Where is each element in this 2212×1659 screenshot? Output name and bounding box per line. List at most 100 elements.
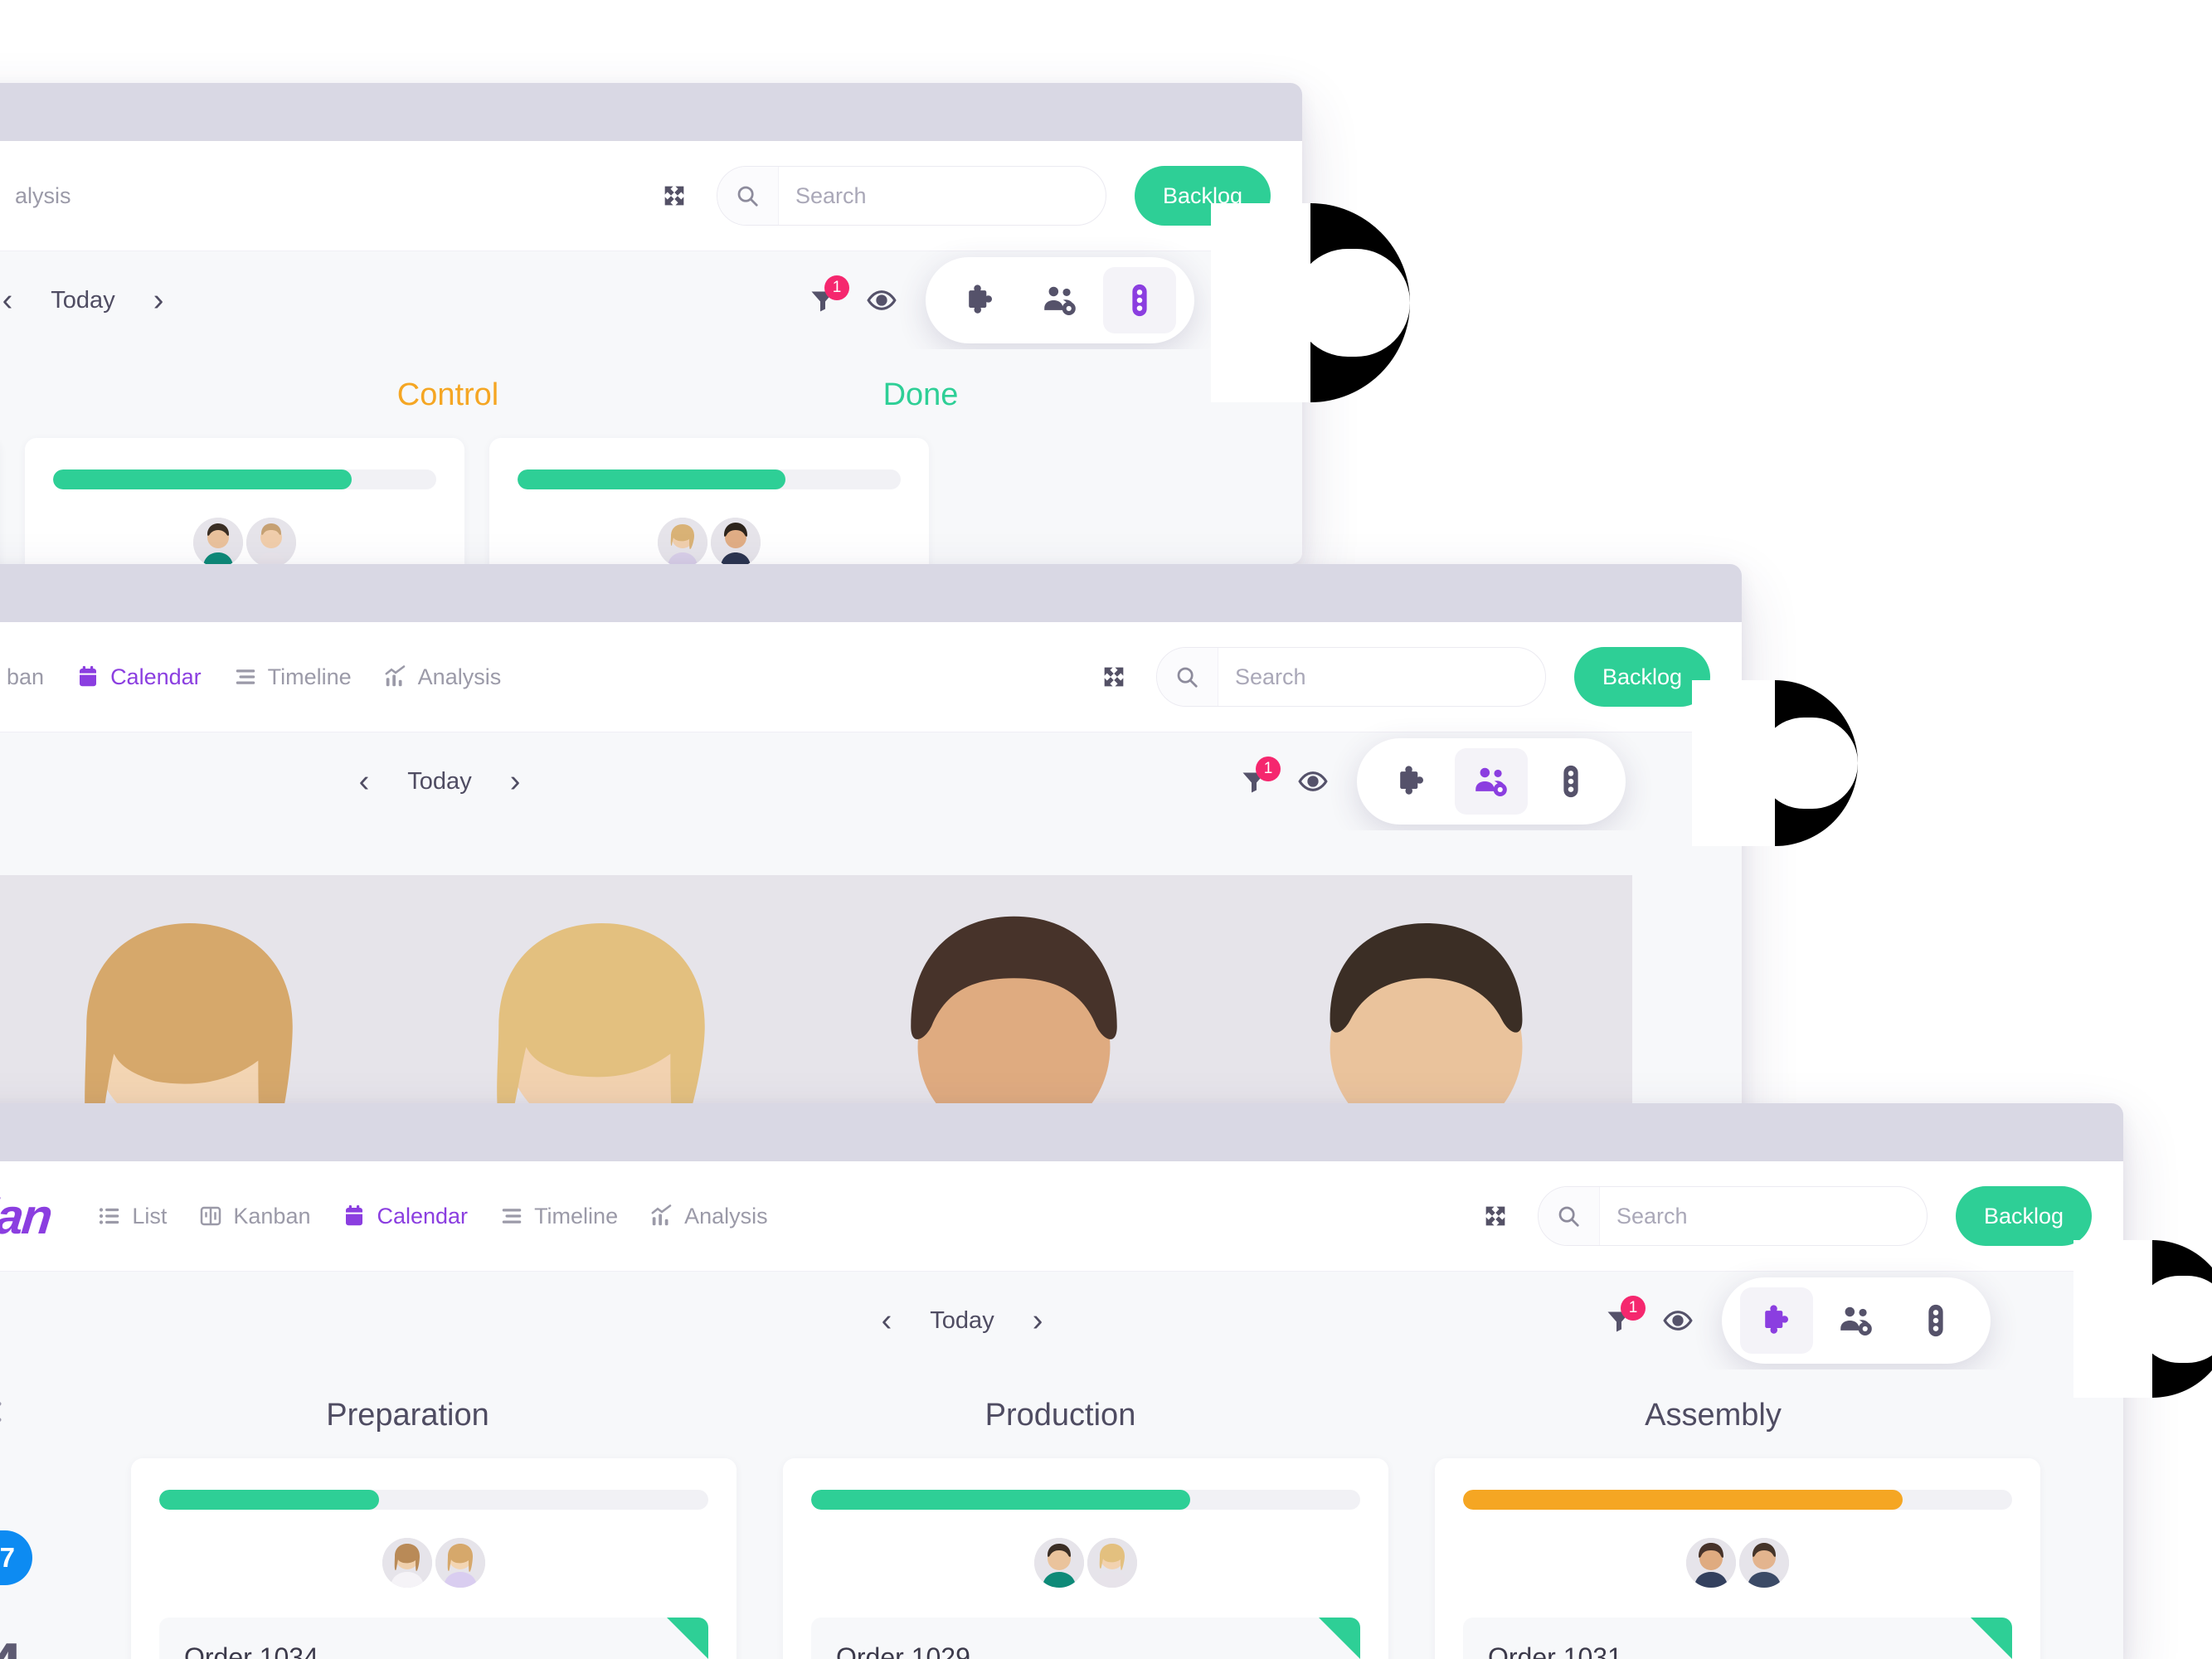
column-title-production: Production bbox=[984, 1398, 1136, 1433]
kanban-card[interactable] bbox=[489, 438, 929, 564]
column-title-done: Done bbox=[882, 377, 959, 412]
shuffle-icon[interactable] bbox=[0, 1393, 6, 1431]
avatar bbox=[1220, 852, 1632, 1145]
search-box-bottom[interactable] bbox=[1537, 1186, 1928, 1246]
tab-label: Timeline bbox=[267, 664, 352, 689]
eye-icon[interactable] bbox=[866, 285, 897, 316]
resource-header[interactable]: Robert bbox=[808, 830, 1220, 1145]
expand-icon[interactable] bbox=[1481, 1202, 1510, 1230]
resources-button[interactable] bbox=[1820, 1287, 1893, 1354]
day-column: W17 24 Monday bbox=[0, 1370, 81, 1659]
task-corner-flag bbox=[667, 1618, 708, 1659]
tab-calendar[interactable]: Calendar bbox=[342, 1204, 468, 1229]
filter-icon[interactable]: 1 bbox=[808, 275, 849, 315]
tab-list[interactable]: List bbox=[97, 1204, 167, 1229]
backlog-button[interactable]: Backlog bbox=[1955, 1186, 2092, 1246]
kanban-card[interactable] bbox=[25, 438, 464, 564]
stages-button[interactable] bbox=[1375, 748, 1448, 815]
avatar bbox=[1034, 1538, 1084, 1588]
view-mode-pill-mid bbox=[1357, 738, 1626, 825]
search-input[interactable] bbox=[1218, 648, 1545, 706]
view-tools-bottom: 1 Stages bbox=[1604, 1277, 2123, 1364]
progress-bar bbox=[811, 1490, 1360, 1510]
tab-list-bottom: List Kanban Calendar Timeline Analysis bbox=[97, 1204, 768, 1229]
today-button[interactable]: Today bbox=[930, 1307, 994, 1335]
tab-kanban-partial[interactable]: ban bbox=[7, 664, 44, 690]
status-button[interactable] bbox=[1103, 267, 1176, 333]
eye-icon[interactable] bbox=[1662, 1305, 1694, 1336]
tab-analysis[interactable]: Analysis bbox=[649, 1204, 768, 1229]
resource-header[interactable]: Evelien bbox=[0, 830, 396, 1145]
search-input[interactable] bbox=[1599, 1187, 1927, 1245]
board-bottom: W17 24 Monday Preparation Production Ass… bbox=[0, 1370, 2123, 1659]
list-icon bbox=[97, 1204, 122, 1228]
search-input[interactable] bbox=[778, 167, 1106, 225]
resources-button[interactable] bbox=[1455, 748, 1528, 815]
cards-row-top bbox=[0, 438, 1302, 564]
prev-day-button[interactable]: ‹ bbox=[882, 1305, 892, 1336]
stage-card[interactable]: Order 1031 Bakker bbox=[1435, 1458, 2040, 1659]
subbar-mid: ‹ Today › 1 bbox=[0, 732, 1742, 830]
window-panel-top: alysis Backlog ‹ Today › bbox=[0, 83, 1302, 564]
search-box-top[interactable] bbox=[716, 166, 1106, 226]
backlog-button[interactable]: Backlog bbox=[1573, 647, 1710, 707]
resources-button[interactable] bbox=[1023, 267, 1096, 333]
tab-label: Calendar bbox=[110, 664, 202, 689]
subbar-top: ‹ Today › 1 bbox=[0, 251, 1302, 349]
titlebar-top bbox=[0, 83, 1302, 141]
next-day-button[interactable]: › bbox=[1033, 1305, 1043, 1336]
column-title-in-progress: In progress bbox=[0, 349, 216, 438]
eye-icon[interactable] bbox=[1297, 766, 1329, 797]
tab-label: Analysis bbox=[684, 1203, 768, 1228]
today-button[interactable]: Today bbox=[51, 287, 114, 314]
status-button[interactable] bbox=[1534, 748, 1607, 815]
stage-card[interactable]: Order 1029 Bos bbox=[783, 1458, 1388, 1659]
stages-button[interactable] bbox=[944, 267, 1017, 333]
prev-day-button[interactable]: ‹ bbox=[359, 766, 370, 797]
filter-icon[interactable]: 1 bbox=[1604, 1296, 1646, 1335]
avatar-group bbox=[53, 518, 436, 564]
window-panel-mid: ban Calendar Timeline Analysis Search Ba… bbox=[0, 564, 1742, 1145]
board-mid: Carlijn Evelien Anouk bbox=[0, 830, 1742, 1145]
tab-timeline[interactable]: Timeline bbox=[233, 664, 352, 690]
resource-header[interactable]: Anouk bbox=[396, 830, 808, 1145]
expand-icon[interactable] bbox=[660, 182, 688, 210]
app-logo: Vplan bbox=[0, 1188, 54, 1244]
filter-badge: 1 bbox=[824, 275, 849, 300]
progress-bar bbox=[518, 469, 901, 489]
avatar bbox=[0, 852, 396, 1145]
task-card[interactable]: Order 1031 Bakker bbox=[1463, 1618, 2012, 1659]
next-day-button[interactable]: › bbox=[153, 285, 164, 316]
arc-mask-2 bbox=[1294, 249, 1410, 357]
filter-icon[interactable]: 1 bbox=[1239, 757, 1281, 796]
task-card[interactable]: Order 1029 Bos bbox=[811, 1618, 1360, 1659]
expand-icon[interactable] bbox=[1100, 663, 1128, 691]
week-badge: W17 bbox=[0, 1530, 32, 1585]
status-button[interactable] bbox=[1899, 1287, 1972, 1354]
avatar bbox=[246, 518, 296, 564]
filter-badge: 1 bbox=[1256, 757, 1281, 781]
tab-kanban[interactable]: Kanban bbox=[198, 1204, 310, 1229]
tab-label: Calendar bbox=[377, 1203, 469, 1228]
tab-label: ban bbox=[7, 664, 45, 689]
resource-header[interactable]: Felix bbox=[1220, 830, 1632, 1145]
next-day-button[interactable]: › bbox=[510, 766, 521, 797]
navbar-right-top: Backlog bbox=[660, 166, 1271, 226]
avatar-group bbox=[1463, 1538, 2012, 1588]
search-icon bbox=[1538, 1187, 1600, 1245]
search-icon bbox=[717, 167, 779, 225]
today-button[interactable]: Today bbox=[407, 768, 471, 795]
task-card[interactable]: Order 1034 De Wit bbox=[159, 1618, 708, 1659]
order-title: Order 1029 bbox=[836, 1642, 970, 1659]
progress-bar bbox=[159, 1490, 708, 1510]
search-box-mid[interactable] bbox=[1155, 647, 1546, 707]
tab-calendar[interactable]: Calendar bbox=[75, 664, 202, 690]
tab-list-mid: ban Calendar Timeline Analysis bbox=[7, 664, 501, 690]
prev-day-button[interactable]: ‹ bbox=[2, 285, 13, 316]
stage-card[interactable]: Order 1034 De Wit bbox=[131, 1458, 737, 1659]
tab-label: Kanban bbox=[233, 1203, 311, 1228]
stages-button[interactable] bbox=[1740, 1287, 1813, 1354]
tab-timeline[interactable]: Timeline bbox=[499, 1204, 618, 1229]
tab-analysis-partial[interactable]: alysis bbox=[15, 183, 71, 209]
tab-analysis[interactable]: Analysis bbox=[383, 664, 501, 690]
